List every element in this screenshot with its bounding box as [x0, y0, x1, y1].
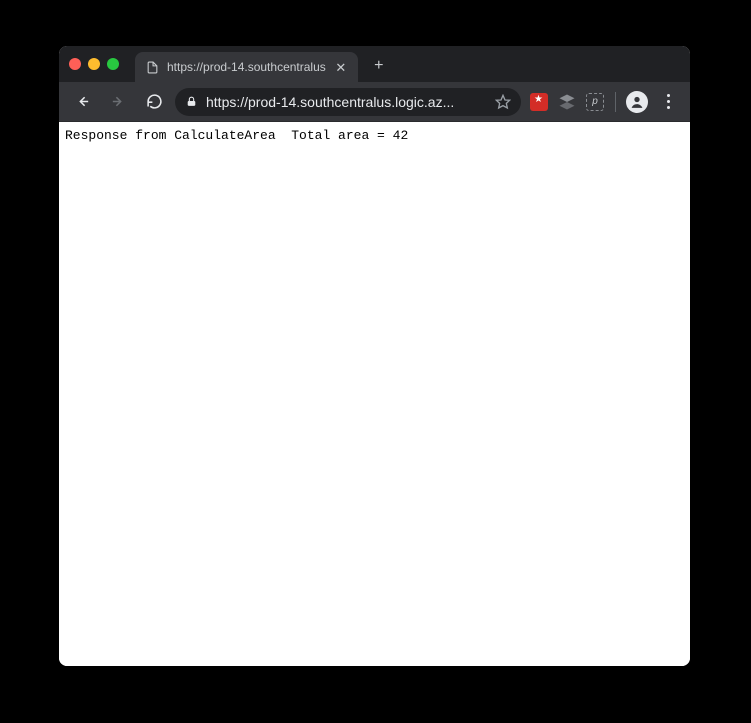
- window-maximize-button[interactable]: [107, 58, 119, 70]
- extension-buffer-icon[interactable]: [557, 92, 577, 112]
- toolbar-divider: [615, 92, 616, 112]
- file-icon: [145, 60, 159, 74]
- extension-lastpass-icon[interactable]: [529, 92, 549, 112]
- browser-tab[interactable]: https://prod-14.southcentralus ✕: [135, 52, 358, 82]
- tab-title: https://prod-14.southcentralus: [167, 60, 326, 74]
- tab-strip: https://prod-14.southcentralus ✕ +: [59, 46, 690, 82]
- bookmark-star-icon[interactable]: [495, 94, 511, 110]
- page-content: Response from CalculateArea Total area =…: [59, 122, 690, 666]
- response-text: Response from CalculateArea Total area =…: [65, 128, 408, 143]
- lock-icon: [185, 95, 198, 108]
- extension-pocket-icon[interactable]: p: [585, 92, 605, 112]
- tab-close-button[interactable]: ✕: [334, 60, 348, 74]
- back-button[interactable]: [67, 87, 97, 117]
- forward-button[interactable]: [103, 87, 133, 117]
- extension-icons: p: [529, 92, 605, 112]
- profile-avatar-button[interactable]: [626, 91, 648, 113]
- window-controls: [69, 58, 119, 70]
- chrome-menu-button[interactable]: [654, 88, 682, 116]
- window-close-button[interactable]: [69, 58, 81, 70]
- new-tab-button[interactable]: +: [366, 53, 392, 79]
- toolbar: https://prod-14.southcentralus.logic.az.…: [59, 82, 690, 122]
- url-text: https://prod-14.southcentralus.logic.az.…: [206, 94, 487, 110]
- reload-button[interactable]: [139, 87, 169, 117]
- window-minimize-button[interactable]: [88, 58, 100, 70]
- address-bar[interactable]: https://prod-14.southcentralus.logic.az.…: [175, 88, 521, 116]
- browser-window: https://prod-14.southcentralus ✕ +: [59, 46, 690, 666]
